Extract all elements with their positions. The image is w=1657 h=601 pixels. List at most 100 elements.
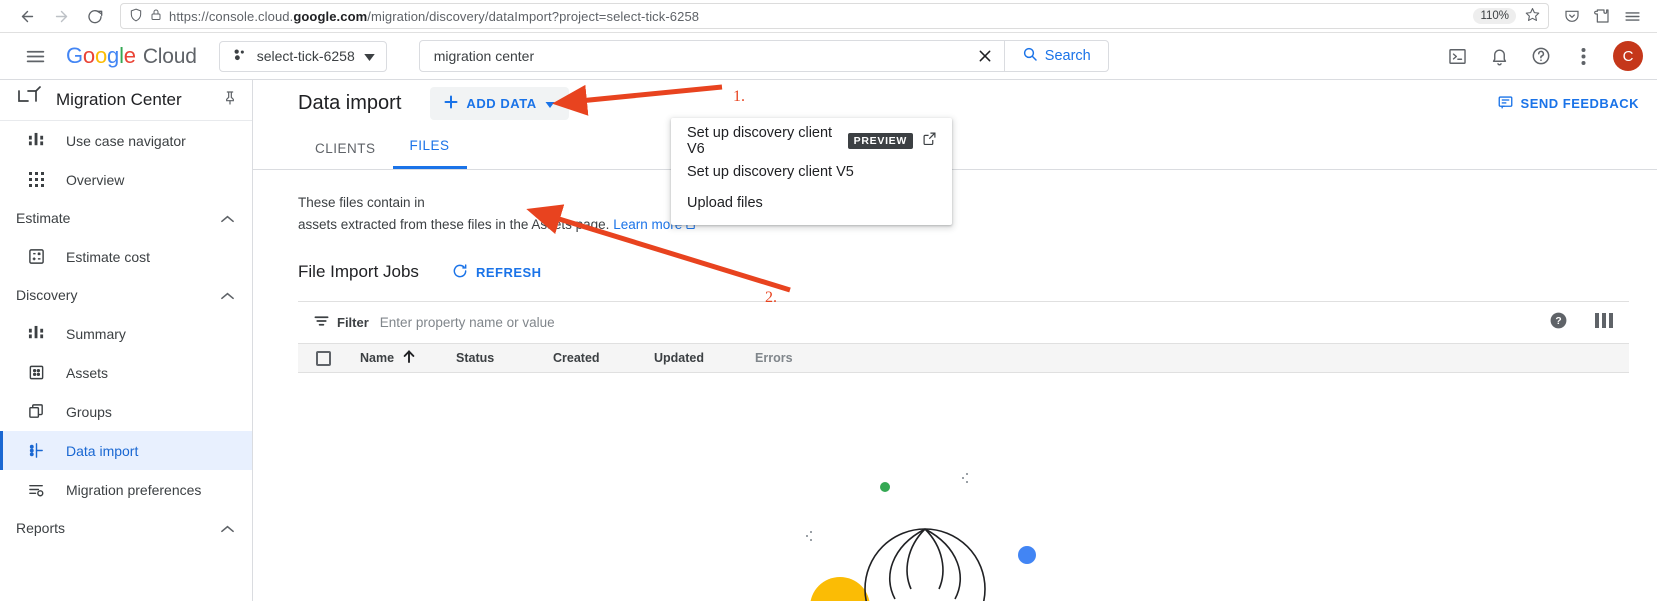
project-name: select-tick-6258 [256,48,355,64]
sidebar-item-label: Summary [66,325,126,342]
sidebar-item-assets[interactable]: Assets [0,353,252,392]
sidebar-item-label: Overview [66,171,125,188]
sidebar-section-reports[interactable]: Reports [0,509,252,547]
column-display-icon[interactable] [1595,312,1613,334]
data-import-icon [27,441,46,460]
send-feedback-button[interactable]: SEND FEEDBACK [1498,95,1639,113]
sidebar-item-use-case-navigator[interactable]: Use case navigator [0,121,252,160]
column-header-updated[interactable]: Updated [654,351,755,365]
pin-icon[interactable] [222,90,238,111]
filter-row[interactable]: Filter Enter property name or value ? [298,302,1629,343]
sidebar-section-label: Reports [16,520,66,536]
menu-item-setup-discovery-client-v5[interactable]: Set up discovery client V5 [671,156,952,187]
column-label: Created [553,351,600,365]
menu-item-label: Upload files [687,194,763,211]
assets-icon [27,363,46,382]
jobs-table: Filter Enter property name or value ? Na… [298,301,1629,373]
star-icon[interactable] [1525,7,1540,25]
sidebar-item-summary[interactable]: Summary [0,314,252,353]
logo-letter-o2: o [94,43,108,68]
add-data-button[interactable]: ADD DATA [430,87,569,120]
column-header-status[interactable]: Status [456,351,553,365]
back-button[interactable] [10,1,44,31]
search-input[interactable] [419,41,966,71]
main-content: Data import ADD DATA SEND FEEDBACK CLIEN… [253,80,1657,601]
search-button[interactable]: Search [1003,41,1108,71]
column-label: Errors [755,351,793,365]
body-area: Migration Center Use case navigator Over… [0,80,1657,601]
refresh-button[interactable]: REFRESH [452,263,542,282]
sidebar-item-overview[interactable]: Overview [0,160,252,199]
cloud-shell-icon[interactable] [1439,38,1475,74]
preview-badge: PREVIEW [847,132,913,149]
preferences-icon [27,480,46,499]
empty-state-illustration [806,473,1036,601]
send-feedback-label: SEND FEEDBACK [1520,96,1639,111]
help-circle-icon[interactable]: ? [1549,311,1568,335]
illus-sparkles [806,473,968,541]
grid-dots-icon [27,170,46,189]
tab-files[interactable]: FILES [392,138,467,169]
logo-letter-e: e [123,43,136,68]
filter-label-group[interactable]: Filter [314,314,369,331]
browser-menu-icon[interactable] [1617,2,1647,30]
search-clear-icon[interactable] [966,41,1004,71]
zoom-level-badge[interactable]: 110% [1473,8,1516,24]
sidebar-item-label: Estimate cost [66,248,151,265]
select-all-checkbox[interactable] [316,350,331,366]
menu-item-setup-discovery-client-v6[interactable]: Set up discovery client V6 PREVIEW [671,125,952,157]
filter-input[interactable]: Enter property name or value [380,315,1538,330]
column-header-errors[interactable]: Errors [755,351,793,365]
notifications-bell-icon[interactable] [1481,38,1517,74]
sidebar-item-data-import[interactable]: Data import [0,431,252,470]
project-picker[interactable]: select-tick-6258 [218,40,387,72]
google-cloud-logo[interactable]: Google Cloud [66,43,197,69]
add-data-menu: Set up discovery client V6 PREVIEW Set u… [671,118,952,225]
url-bar[interactable]: https://console.cloud.google.com/migrati… [120,3,1549,29]
column-header-created[interactable]: Created [553,351,654,365]
filter-icon [314,314,329,331]
sidebar-section-label: Discovery [16,287,78,303]
extensions-icon[interactable] [1587,2,1617,30]
illus-dot-blue [1018,546,1036,564]
avatar[interactable]: C [1613,41,1643,71]
tab-clients[interactable]: CLIENTS [298,141,393,169]
navigation-menu-icon[interactable] [18,39,52,73]
sidebar-item-label: Assets [66,364,109,381]
table-header-row: Name Status Created Updated Errors [298,343,1629,373]
sidebar-item-label: Migration preferences [66,481,202,498]
calculator-icon [27,247,46,266]
reload-button[interactable] [78,1,112,31]
logo-letter-g2: g [107,43,120,68]
groups-copy-icon [27,402,46,421]
sidebar-item-label: Groups [66,403,112,420]
pocket-icon[interactable] [1557,2,1587,30]
sidebar-product-title: Migration Center [56,90,182,109]
sidebar-item-estimate-cost[interactable]: Estimate cost [0,237,252,276]
sidebar-item-migration-preferences[interactable]: Migration preferences [0,470,252,509]
arrow-up-icon [403,350,415,366]
bar-chart-icon [27,324,46,343]
header-actions: C [1439,38,1643,74]
chevron-up-icon [221,210,234,226]
filter-label: Filter [337,315,369,330]
forward-button[interactable] [44,1,78,31]
migration-center-icon [16,85,42,116]
help-icon[interactable] [1523,38,1559,74]
feedback-icon [1498,95,1513,113]
logo-cloud-text: Cloud [142,45,197,68]
more-options-icon[interactable] [1565,38,1601,74]
sidebar-section-estimate[interactable]: Estimate [0,199,252,237]
search-icon [1022,46,1038,66]
illus-dot-green [880,482,890,492]
project-dots-icon [231,46,248,66]
filter-actions: ? [1549,311,1613,335]
logo-letter-g: G [66,43,83,68]
column-header-name[interactable]: Name [360,350,456,366]
lock-icon [150,8,162,24]
search-bar[interactable]: Search [418,40,1109,72]
menu-item-upload-files[interactable]: Upload files [671,187,952,218]
illus-circle-yellow [810,577,870,601]
sidebar-section-discovery[interactable]: Discovery [0,276,252,314]
sidebar-item-groups[interactable]: Groups [0,392,252,431]
